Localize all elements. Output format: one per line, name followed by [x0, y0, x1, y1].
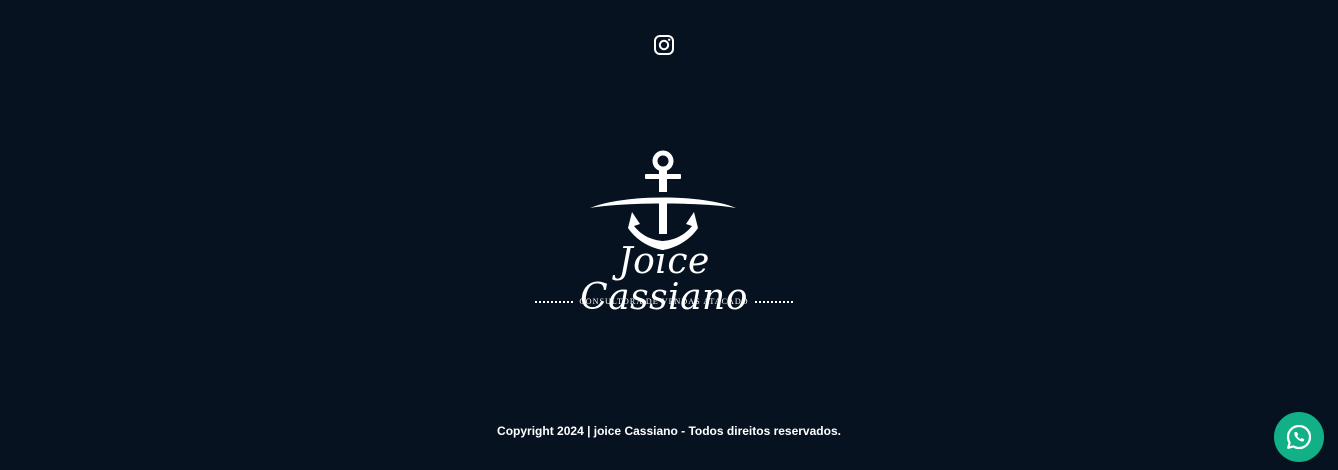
tagline-row: CONSULTORA DE VENDAS ATACADO — [535, 297, 793, 306]
whatsapp-icon — [1286, 424, 1312, 450]
brand-tagline: CONSULTORA DE VENDAS ATACADO — [579, 297, 749, 306]
whatsapp-chat-button[interactable] — [1274, 412, 1324, 462]
instagram-icon — [654, 35, 674, 55]
tagline-divider-left — [535, 300, 573, 303]
brand-logo: Joice Cassiano CONSULTORA DE VENDAS ATAC… — [533, 146, 795, 316]
instagram-link[interactable] — [653, 34, 675, 56]
anchor-icon — [590, 150, 736, 250]
tagline-divider-right — [755, 300, 793, 303]
copyright-text: Copyright 2024 | joice Cassiano - Todos … — [497, 424, 841, 438]
